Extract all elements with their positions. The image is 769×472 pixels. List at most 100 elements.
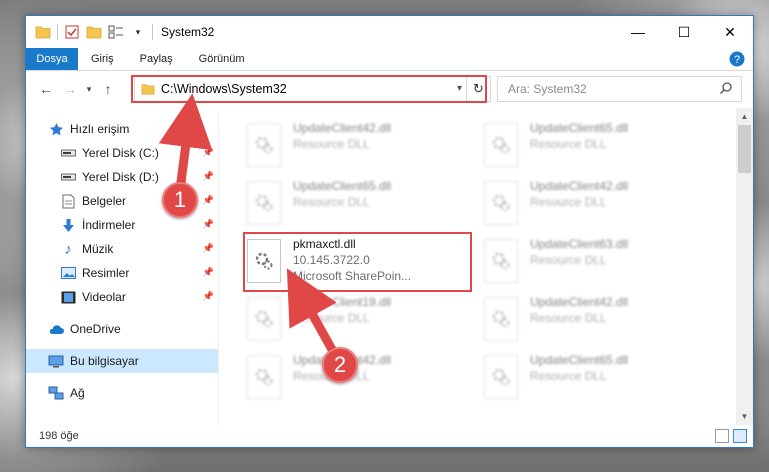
file-description: Resource DLL [293, 195, 370, 209]
star-icon [48, 121, 64, 137]
file-item[interactable]: UpdateClient63.dll Resource DLL [484, 234, 714, 292]
close-button[interactable]: ✕ [707, 16, 753, 48]
sidebar-item-label: Bu bilgisayar [70, 354, 139, 368]
sidebar-item-downloads[interactable]: İndirmeler 📌 [26, 213, 218, 237]
file-name: pkmaxctl.dll [293, 237, 356, 251]
address-dropdown-icon[interactable]: ▾ [457, 83, 462, 94]
file-description: Resource DLL [530, 137, 607, 151]
navigation-bar: ← → ▾ ↑ C:\Windows\System32 ▾ ↻ Ara: Sys… [26, 71, 753, 107]
view-switcher [715, 429, 747, 443]
search-icon[interactable] [719, 81, 733, 98]
properties-icon[interactable] [64, 24, 80, 40]
refresh-icon[interactable]: ↻ [466, 77, 490, 101]
dll-file-icon [247, 239, 281, 283]
window-controls: — ☐ ✕ [615, 16, 753, 48]
chevron-down-icon[interactable]: ▾ [130, 24, 146, 40]
pin-icon[interactable]: 📌 [203, 219, 214, 230]
file-item[interactable]: UpdateClient42.dllResource DLL [247, 350, 477, 408]
file-item[interactable]: UpdateClient19.dll Resource DLL [247, 292, 477, 350]
pin-icon[interactable]: 📌 [203, 267, 214, 278]
new-folder-icon[interactable] [86, 24, 102, 40]
toolbar-divider [57, 24, 58, 40]
vertical-scrollbar[interactable]: ▲ ▼ [736, 108, 753, 425]
dll-file-icon [484, 297, 518, 341]
recent-locations-icon[interactable]: ▾ [82, 77, 96, 101]
sidebar-item-music[interactable]: ♪ Müzik 📌 [26, 237, 218, 261]
tab-home[interactable]: Giriş [78, 48, 127, 70]
sidebar-item-onedrive[interactable]: OneDrive [26, 317, 218, 341]
computer-icon [48, 353, 64, 369]
sidebar-item-network[interactable]: Ağ [26, 381, 218, 405]
navigation-pane: Hızlı erişim Yerel Disk (C:) 📌 Yerel Dis… [26, 108, 219, 425]
file-description: Resource DLL [530, 369, 607, 383]
dll-file-icon [247, 297, 281, 341]
file-item[interactable]: UpdateClient65.dll Resource DLL [484, 350, 714, 408]
sidebar-item-videos[interactable]: Videolar 📌 [26, 285, 218, 309]
file-name: UpdateClient63.dll [530, 237, 629, 251]
file-version: 10.145.3722.0 [293, 253, 370, 267]
back-arrow-icon[interactable]: ← [34, 77, 58, 101]
pin-icon[interactable]: 📌 [203, 147, 214, 158]
sidebar-item-this-pc[interactable]: Bu bilgisayar [26, 349, 218, 373]
sidebar-item-label: Belgeler [82, 194, 127, 208]
documents-icon [60, 193, 76, 209]
music-icon: ♪ [64, 240, 72, 258]
main-area: Hızlı erişim Yerel Disk (C:) 📌 Yerel Dis… [26, 108, 753, 425]
view-options-icon[interactable] [108, 24, 124, 40]
pin-icon[interactable]: 📌 [203, 291, 214, 302]
dll-file-icon [484, 181, 518, 225]
drive-icon [60, 145, 76, 161]
details-view-icon[interactable] [715, 429, 729, 443]
video-icon [60, 289, 76, 305]
cloud-icon [48, 321, 64, 337]
sidebar-item-label: Yerel Disk (D:) [82, 170, 159, 184]
quick-access-toolbar: ▾ [26, 24, 153, 40]
pin-icon[interactable]: 📌 [203, 195, 214, 206]
title-bar: ▾ System32 — ☐ ✕ [26, 16, 753, 48]
tab-share[interactable]: Paylaş [127, 48, 186, 70]
pictures-icon [60, 265, 76, 281]
sidebar-item-quick-access[interactable]: Hızlı erişim [26, 117, 218, 141]
pin-icon[interactable]: 📌 [203, 171, 214, 182]
minimize-button[interactable]: — [615, 16, 661, 48]
download-icon [60, 217, 76, 233]
file-item[interactable]: UpdateClient42.dllResource DLL [247, 118, 477, 176]
dll-file-icon [247, 123, 281, 167]
file-name: UpdateClient42.dll [293, 121, 392, 135]
step-2-badge: 2 [322, 347, 358, 383]
forward-arrow-icon[interactable]: → [58, 77, 82, 101]
file-item[interactable]: UpdateClient42.dllResource DLL [484, 292, 714, 350]
scroll-up-icon[interactable]: ▲ [736, 108, 753, 125]
up-arrow-icon[interactable]: ↑ [96, 77, 120, 101]
file-description: Resource DLL [293, 311, 370, 325]
ribbon-tabs: Dosya Giriş Paylaş Görünüm ? [26, 48, 753, 71]
file-item[interactable]: UpdateClient65.dll Resource DLL [247, 176, 477, 234]
file-item-pkmaxctl[interactable]: pkmaxctl.dll 10.145.3722.0 Microsoft Sha… [247, 234, 477, 292]
file-description: Microsoft SharePoin... [293, 269, 412, 283]
sidebar-item-pictures[interactable]: Resimler 📌 [26, 261, 218, 285]
sidebar-item-label: Müzik [82, 242, 114, 256]
file-list: UpdateClient42.dll Resource DLL UpdateCli… [219, 108, 753, 425]
address-bar[interactable]: C:\Windows\System32 ▾ ↻ [134, 76, 491, 102]
file-item[interactable]: UpdateClient42.dllResource DLL [484, 176, 714, 234]
sidebar-item-disk-c[interactable]: Yerel Disk (C:) 📌 [26, 141, 218, 165]
dll-file-icon [484, 123, 518, 167]
scroll-down-icon[interactable]: ▼ [736, 408, 753, 425]
file-item[interactable]: UpdateClient65.dll Resource DLL [484, 118, 714, 176]
tab-view[interactable]: Görünüm [186, 48, 258, 70]
maximize-button[interactable]: ☐ [661, 16, 707, 48]
tab-file[interactable]: Dosya [26, 48, 78, 70]
file-explorer-window: ▾ System32 — ☐ ✕ Dosya Giriş Paylaş Görü… [25, 15, 754, 448]
sidebar-item-label: OneDrive [70, 322, 121, 336]
drive-icon [60, 169, 76, 185]
toolbar-divider [152, 24, 153, 40]
large-icons-view-icon[interactable] [733, 429, 747, 443]
search-box[interactable]: Ara: System32 [497, 76, 742, 102]
sidebar-item-label: Videolar [82, 290, 126, 304]
pin-icon[interactable]: 📌 [203, 243, 214, 254]
dll-file-icon [484, 239, 518, 283]
file-name: UpdateClient42.dll [530, 179, 629, 193]
scrollbar-thumb[interactable] [738, 125, 751, 173]
help-icon[interactable]: ? [729, 51, 745, 70]
address-path: C:\Windows\System32 [161, 82, 287, 96]
